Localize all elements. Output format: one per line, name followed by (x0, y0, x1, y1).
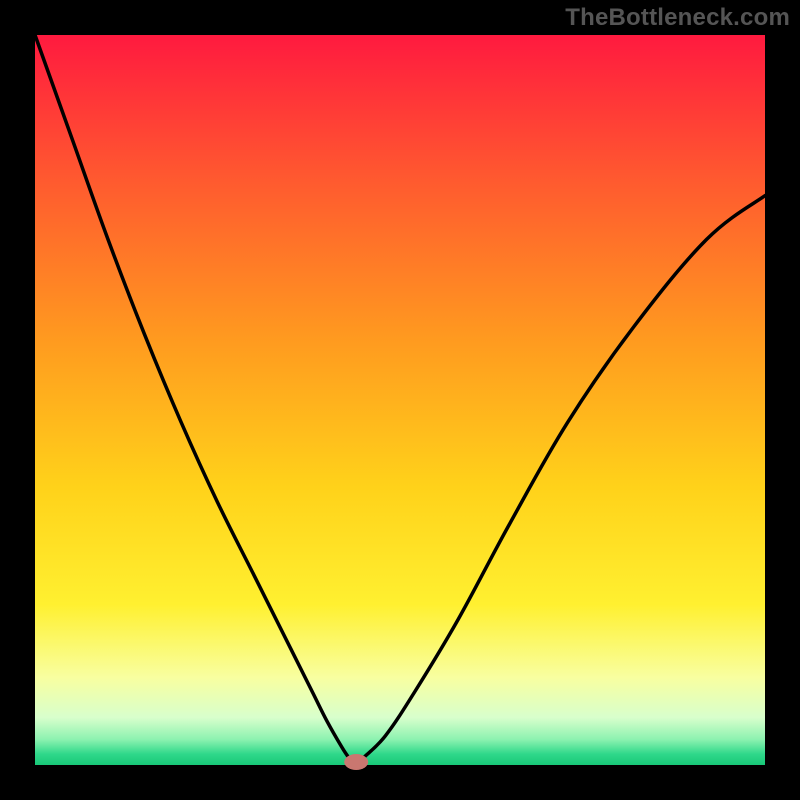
bottleneck-chart (0, 0, 800, 800)
chart-frame: TheBottleneck.com (0, 0, 800, 800)
plot-background (35, 35, 765, 765)
minimum-marker (344, 754, 368, 770)
watermark-text: TheBottleneck.com (565, 4, 790, 32)
